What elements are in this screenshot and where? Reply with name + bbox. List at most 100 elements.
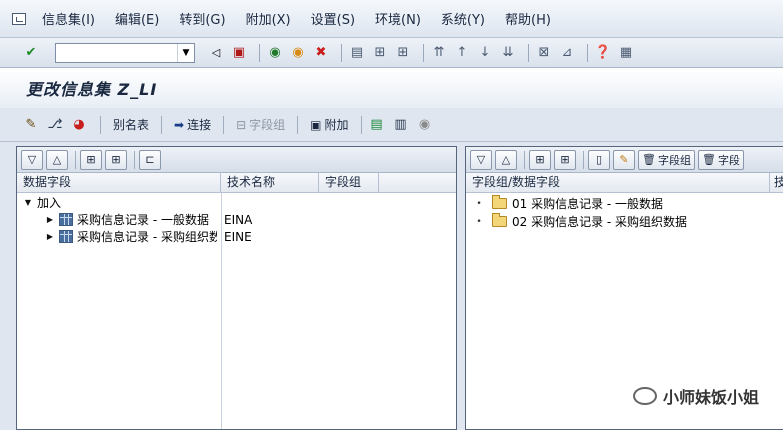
tree-root-row[interactable]: ▼ 加入	[23, 194, 61, 211]
shortcut-icon[interactable]: ⊿	[558, 44, 576, 62]
field-group-button[interactable]: ⊟ 字段组	[230, 116, 291, 133]
extras-button[interactable]: ▣ 附加	[304, 116, 354, 133]
table-tech-name: EINA	[224, 212, 253, 227]
hierarchy-icon[interactable]: ⎇	[46, 116, 64, 134]
expand-all-icon[interactable]: ▽	[470, 149, 492, 170]
table-row[interactable]: ▶ 采购信息记录 - 一般数据	[45, 211, 212, 228]
new-document-icon[interactable]: ▯	[588, 149, 610, 170]
new-session-icon[interactable]: ⊠	[535, 44, 553, 62]
bullet-icon: •	[476, 216, 482, 227]
join-label: 连接	[187, 118, 212, 132]
menu-help[interactable]: 帮助(H)	[495, 9, 561, 28]
grid-line	[221, 193, 222, 429]
help-icon[interactable]: ❓	[594, 44, 612, 62]
display-change-icon[interactable]: ✎	[22, 116, 40, 134]
command-input[interactable]	[56, 43, 176, 62]
save-icon[interactable]: ▣	[230, 44, 248, 62]
left-column-header: 数据字段 技术名称 字段组	[17, 173, 456, 193]
find-next-icon[interactable]: ⊞	[394, 44, 412, 62]
chat-bubble-icon	[632, 387, 657, 405]
command-field[interactable]: ▼	[55, 42, 195, 63]
root-label: 加入	[37, 196, 62, 210]
col-field-group[interactable]: 字段组	[319, 173, 379, 192]
expand-all-icon[interactable]: ▽	[21, 149, 43, 170]
column-settings-icon[interactable]: ⊏	[139, 149, 161, 170]
field-group-row[interactable]: • 02 采购信息记录 - 采购组织数据	[474, 213, 687, 230]
edit-pencil-icon[interactable]: ✎	[613, 149, 635, 170]
extras-icon: ▣	[310, 117, 322, 132]
separator	[524, 150, 525, 169]
back-icon[interactable]: ◉	[266, 44, 284, 62]
collapse-all-icon[interactable]: △	[46, 149, 68, 170]
find-icon[interactable]: ⊞	[80, 149, 102, 170]
list-icon[interactable]: ▥	[392, 116, 410, 134]
arrow-right-icon: ➡	[174, 117, 185, 132]
alias-table-button[interactable]: 别名表	[107, 116, 155, 133]
window-menu-icon[interactable]	[12, 12, 26, 25]
col-data-field[interactable]: 数据字段	[17, 173, 221, 192]
menu-infoset[interactable]: 信息集(I)	[32, 9, 105, 28]
field-group-label: 字段组	[249, 118, 286, 132]
separator	[587, 43, 588, 62]
delete-field-button[interactable]: 🗑 字段	[697, 149, 744, 170]
menu-settings[interactable]: 设置(S)	[301, 9, 365, 28]
separator	[100, 115, 101, 134]
col-tech-name[interactable]: 技术名称	[221, 173, 319, 192]
chevron-down-icon[interactable]: ▼	[177, 43, 194, 62]
expand-arrow-icon[interactable]: ▶	[45, 232, 55, 241]
right-column-header: 字段组/数据字段 技	[466, 173, 783, 193]
col-field-group-data-field[interactable]: 字段组/数据字段	[466, 173, 770, 192]
previous-page-icon[interactable]: ↑	[453, 44, 471, 62]
folder-icon	[492, 195, 507, 209]
first-page-icon[interactable]: ⇈	[430, 44, 448, 62]
find-next-icon[interactable]: ⊞	[554, 149, 576, 170]
cancel-icon[interactable]: ✖	[312, 44, 330, 62]
status-icon[interactable]: ◉	[416, 116, 434, 134]
separator	[259, 43, 260, 62]
menu-system[interactable]: 系统(Y)	[431, 9, 495, 28]
col-empty	[379, 173, 456, 192]
join-button[interactable]: ➡ 连接	[168, 116, 217, 133]
next-page-icon[interactable]: ↓	[476, 44, 494, 62]
separator	[360, 115, 362, 134]
layout-menu-icon[interactable]: ▦	[617, 44, 635, 62]
find-next-icon[interactable]: ⊞	[105, 149, 127, 170]
menu-extras[interactable]: 附加(X)	[236, 9, 301, 28]
alias-table-label: 别名表	[113, 118, 150, 132]
find-icon[interactable]: ⊞	[529, 149, 551, 170]
table-icon	[59, 230, 73, 243]
enter-check-icon[interactable]: ✔	[22, 44, 40, 62]
delete-field-group-button[interactable]: 🗑 字段组	[638, 149, 695, 170]
watermark: 小师妹饭小姐	[632, 384, 759, 408]
left-tree: ▼ 加入 ▶ 采购信息记录 - 一般数据 EINA ▶ 采购信息记录 - 采购组…	[17, 193, 456, 429]
separator	[75, 150, 76, 169]
expand-arrow-icon[interactable]: ▶	[45, 215, 55, 224]
menu-edit[interactable]: 编辑(E)	[105, 9, 169, 28]
activate-icon[interactable]: ◕	[70, 116, 88, 134]
table-row[interactable]: ▶ 采购信息记录 - 采购组织数据	[45, 228, 217, 245]
table-icon	[59, 213, 73, 226]
table-label: 采购信息记录 - 一般数据	[77, 213, 209, 227]
extras-label: 附加	[324, 118, 349, 132]
field-group-row[interactable]: • 01 采购信息记录 - 一般数据	[474, 195, 663, 212]
field-group-label: 01 采购信息记录 - 一般数据	[512, 197, 664, 211]
menu-bar: 信息集(I) 编辑(E) 转到(G) 附加(X) 设置(S) 环境(N) 系统(…	[0, 0, 783, 38]
last-page-icon[interactable]: ⇊	[499, 44, 517, 62]
menu-environment[interactable]: 环境(N)	[365, 9, 431, 28]
separator	[423, 43, 424, 62]
exit-icon[interactable]: ◉	[289, 44, 307, 62]
menu-goto[interactable]: 转到(G)	[169, 9, 235, 28]
separator	[341, 43, 342, 62]
print-icon[interactable]: ▤	[348, 44, 366, 62]
delete-field-group-label: 字段组	[657, 153, 691, 167]
collapse-arrow-icon[interactable]: ▼	[23, 198, 33, 207]
col-tech[interactable]: 技	[770, 173, 783, 192]
folder-icon	[492, 213, 507, 227]
separator	[528, 43, 529, 62]
find-icon[interactable]: ⊞	[371, 44, 389, 62]
color-legend-icon[interactable]: ▤	[368, 116, 386, 134]
trash-icon: 🗑	[642, 153, 656, 166]
collapse-all-icon[interactable]: △	[495, 149, 517, 170]
back-arrow-icon[interactable]: ◁	[207, 44, 225, 62]
separator	[583, 150, 584, 169]
